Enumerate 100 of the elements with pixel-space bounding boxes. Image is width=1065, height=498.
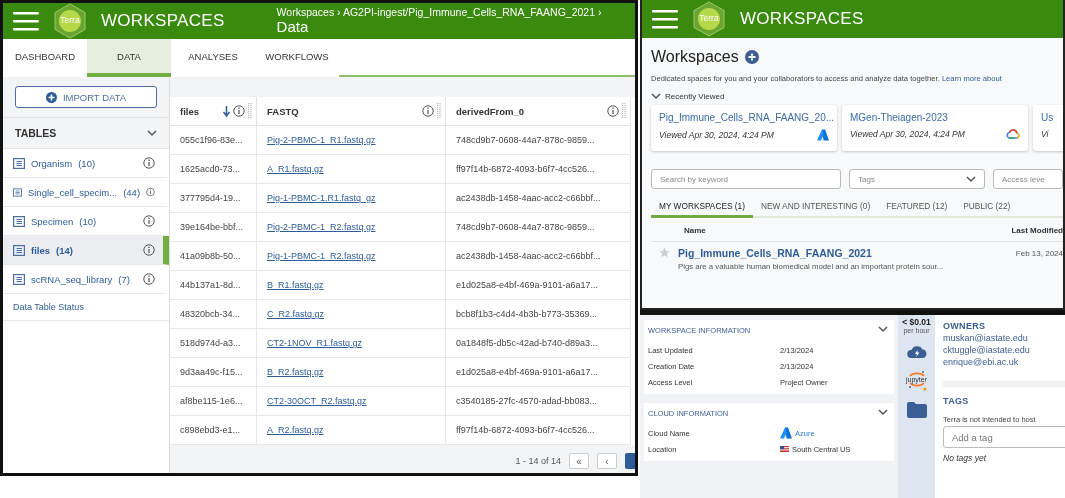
resize-handle[interactable] <box>622 103 626 119</box>
table-cell: 48320bcb-34... <box>180 309 241 319</box>
table-cell: e1d025a8-e4bf-469a-9101-a6a17... <box>456 280 599 290</box>
table-cell: ac2438db-1458-4aac-acc2-c66bbf... <box>456 193 601 203</box>
cloud-icon <box>1006 129 1020 139</box>
table-cell: 1625acd0-73... <box>180 164 241 174</box>
table-cell: 41a09b8b-50... <box>180 251 241 261</box>
menu-icon[interactable] <box>13 11 39 31</box>
rate-amount: < $0.01 <box>902 318 931 327</box>
access-level-dropdown[interactable]: Access leve <box>993 169 1063 189</box>
add-icon <box>45 91 57 103</box>
table-cell: bcb8f1b3-c4d4-4b3b-b773-35369... <box>456 309 598 319</box>
tags-dropdown[interactable]: Tags <box>849 169 985 189</box>
chevron-icon[interactable] <box>878 326 888 333</box>
table-cell: 9d3aa49c-f15... <box>180 367 243 377</box>
file-link[interactable]: B_R1.fastq.gz <box>267 280 324 290</box>
table-cell: e1d025a8-e4bf-469a-9101-a6a17... <box>456 367 599 377</box>
file-link[interactable]: A_R1.fastq.gz <box>267 164 324 174</box>
table-cell: ff97f14b-6872-4093-b6f7-4cc526... <box>456 425 595 435</box>
tab[interactable]: MY WORKSPACES (1) <box>651 197 753 218</box>
workspace-card[interactable]: Us Vi <box>1033 105 1063 151</box>
table-cell: ff97f14b-6872-4093-b6f7-4cc526... <box>456 164 595 174</box>
info-icon[interactable] <box>422 105 434 117</box>
file-link[interactable]: Pig-1-PBMC-1_R2.fastq.gz <box>267 251 376 261</box>
file-link[interactable]: B_R2.fastq.gz <box>267 367 324 377</box>
table-cell: ac2438db-1458-4aac-acc2-c66bbf... <box>456 251 601 261</box>
file-link[interactable]: A_R2.fastq.gz <box>267 425 324 435</box>
workspace-card[interactable]: Pig_Immune_Cells_RNA_FAANG_20... Viewed Apr 30, 2024, 4:24 PM <box>651 105 837 151</box>
info-icon[interactable] <box>143 244 155 256</box>
file-link[interactable]: Pig-1-PBMC-1.R1.fastq_gz <box>267 193 376 203</box>
tab[interactable]: FEATURED (12) <box>878 197 956 218</box>
add-icon[interactable] <box>744 50 759 64</box>
owner-email: cktuggle@iastate.edu <box>943 345 1031 355</box>
tab[interactable]: DATA <box>87 39 171 77</box>
flag-icon <box>780 446 789 452</box>
first-page-button[interactable]: « <box>569 453 589 469</box>
chevron-icon[interactable] <box>147 129 157 137</box>
file-link[interactable]: CT2-30OCT_R2.fastq.gz <box>267 396 367 406</box>
table-cell: 748cd9b7-0608-44a7-878c-9859... <box>456 222 595 232</box>
table-cell: 0a1848f5-db5c-42ad-b740-d89a3... <box>456 338 598 348</box>
app-title: WORKSPACES <box>101 11 225 31</box>
no-tags-text: No tags yet <box>943 453 988 463</box>
chevron-icon[interactable] <box>651 93 661 100</box>
column-header[interactable]: files <box>170 97 257 126</box>
column-header[interactable]: derivedFrom_0 <box>446 97 631 126</box>
file-link[interactable]: Pig-2-PBMC-1_R2.fastq.gz <box>267 222 376 232</box>
info-icon[interactable] <box>233 105 245 117</box>
import-data-button[interactable]: IMPORT DATA <box>15 86 157 108</box>
table-icon <box>13 215 25 227</box>
info-icon[interactable] <box>143 273 155 285</box>
file-link[interactable]: C_R2.fastq.gz <box>267 309 325 319</box>
previous-page-button[interactable]: ‹ <box>597 453 617 469</box>
table-cell: c3540185-27fc-4570-adad-bb083... <box>456 396 598 406</box>
recently-viewed-toggle[interactable]: Recently Viewed <box>651 92 1063 101</box>
table-cell: 748cd9b7-0608-44a7-878c-9859... <box>456 135 595 145</box>
column-header[interactable]: FASTQ <box>257 97 446 126</box>
info-icon[interactable] <box>607 105 619 117</box>
folder-icon[interactable] <box>906 401 927 418</box>
breadcrumb[interactable]: Workspaces › AG2PI-ingest/Pig_Immune_Cells_RNA_FAANG_2021 › <box>276 6 602 19</box>
table-icon <box>13 157 25 169</box>
azure-icon <box>780 427 792 439</box>
data-table-status-link[interactable]: Data Table Status <box>13 302 84 312</box>
info-icon[interactable] <box>143 157 155 169</box>
tables-title: TABLES <box>15 127 57 139</box>
table-icon <box>13 273 25 285</box>
table-item[interactable]: files (14) <box>3 236 169 265</box>
workspace-link[interactable]: Pig_Immune_Cells_RNA_FAANG_2021 <box>678 247 1008 259</box>
owner-email: muskan@iastate.edu <box>943 333 1029 343</box>
tab[interactable]: PUBLIC (22) <box>955 197 1019 218</box>
last-modified-date: Feb 13, 2024 <box>1015 249 1063 260</box>
search-field[interactable]: Search by keyword <box>651 169 842 189</box>
page-range: 1 - 14 of 14 <box>515 456 561 466</box>
column-header[interactable]: Last Modified <box>1011 226 1063 235</box>
info-icon[interactable] <box>146 186 155 198</box>
chevron-icon[interactable] <box>966 175 976 183</box>
azure-icon <box>817 129 829 141</box>
owners-title: OWNERS <box>943 321 987 331</box>
workspace-card[interactable]: MGen-Theiagen-2023 Viewed Apr 30, 2024, 4:24 PM <box>842 105 1028 151</box>
column-header[interactable]: Name <box>684 226 706 235</box>
info-icon[interactable] <box>143 215 155 227</box>
tab[interactable]: NEW AND INTERESTING (0) <box>752 197 879 218</box>
resize-handle[interactable] <box>248 103 252 119</box>
star-icon[interactable] <box>659 247 670 258</box>
cloud-lightning-icon[interactable] <box>906 343 927 358</box>
file-link[interactable]: CT2-1NOV_R1.fastq.gz <box>267 338 363 348</box>
table-cell: 055c1f96-83e... <box>180 135 243 145</box>
resize-handle[interactable] <box>437 103 441 119</box>
table-cell: 44b137a1-8d... <box>180 280 241 290</box>
table-cell: 518d974d-a3... <box>180 338 241 348</box>
menu-icon[interactable] <box>652 9 678 29</box>
chevron-icon[interactable] <box>878 409 888 416</box>
owner-email: enrique@ebi.ac.uk <box>943 357 1020 367</box>
table-cell: c898ebd3-e1... <box>180 425 241 435</box>
tags-title: TAGS <box>943 396 970 406</box>
page-title: Data <box>276 18 310 36</box>
workspaces-title: Workspaces <box>651 48 739 66</box>
file-link[interactable]: Pig-2-PBMC-1_R1.fastq.gz <box>267 135 376 145</box>
table-cell: af8be115-1e6... <box>180 396 243 406</box>
table-icon <box>13 186 22 198</box>
add-tag-field[interactable]: Add a tag <box>943 426 1065 448</box>
